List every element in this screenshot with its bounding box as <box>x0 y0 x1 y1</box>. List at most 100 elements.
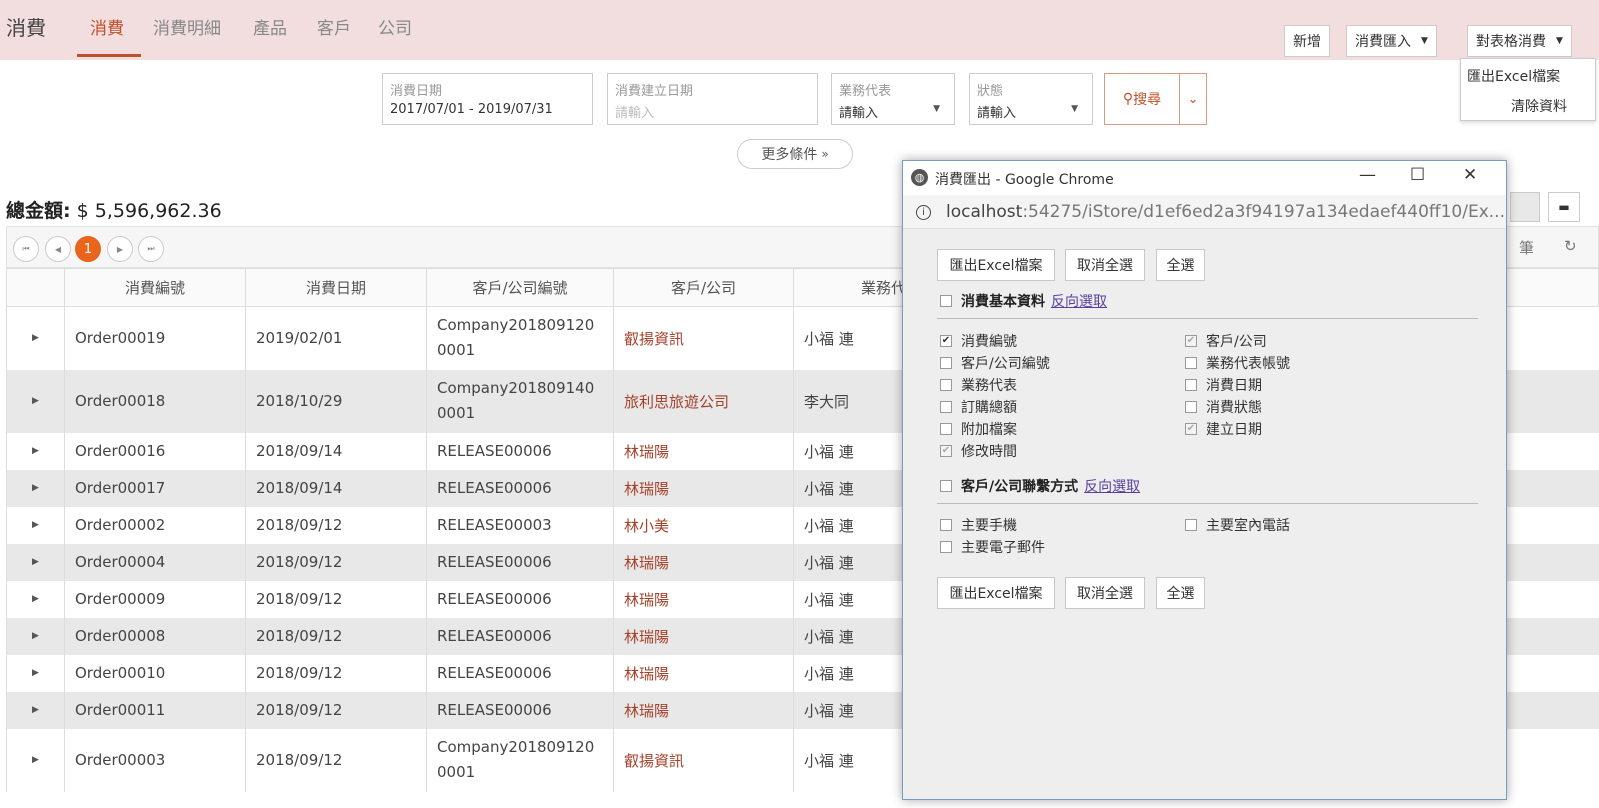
checkbox[interactable] <box>940 357 952 369</box>
export-excel-button[interactable]: 匯出Excel檔案 <box>937 249 1055 281</box>
checkbox[interactable]: ✔ <box>940 335 952 347</box>
expand-row-icon[interactable]: ▶ <box>6 432 65 470</box>
checkbox[interactable] <box>940 541 952 553</box>
checkbox[interactable] <box>940 519 952 531</box>
export-field-option[interactable]: 業務代表 <box>940 375 1017 395</box>
expand-row-icon[interactable]: ▶ <box>6 469 65 507</box>
table-action-button[interactable]: 對表格消費 ▼ <box>1467 25 1572 57</box>
header-order-id[interactable]: 消費編號 <box>64 268 246 307</box>
customer-link[interactable]: 叡揚資訊 <box>613 728 794 792</box>
deselect-all-button[interactable]: 取消全選 <box>1065 249 1145 281</box>
date-range-field[interactable]: 消費日期 2017/07/01 - 2019/07/31 <box>382 73 593 125</box>
tab-product[interactable]: 產品 <box>253 14 287 39</box>
created-date-field[interactable]: 消費建立日期 請輸入 <box>607 73 818 125</box>
export-field-option[interactable]: ✔ 客戶/公司 <box>1185 331 1267 351</box>
refresh-icon[interactable]: ↻ <box>1564 237 1577 255</box>
customer-link[interactable]: 林瑞陽 <box>613 543 794 581</box>
popup-url[interactable]: localhost:54275/iStore/d1ef6ed2a3f94197a… <box>946 202 1505 222</box>
chart-view-icon[interactable] <box>1510 192 1540 222</box>
deselect-all-button-bottom[interactable]: 取消全選 <box>1065 577 1145 609</box>
section-basic-checkbox[interactable] <box>940 295 952 307</box>
checkbox[interactable] <box>1185 357 1197 369</box>
expand-row-icon[interactable]: ▶ <box>6 691 65 729</box>
section-contact-checkbox[interactable] <box>940 480 952 492</box>
checkbox[interactable] <box>1185 519 1197 531</box>
tab-consumption[interactable]: 消費 <box>90 14 124 39</box>
maximize-icon[interactable]: ☐ <box>1410 165 1425 185</box>
customer-link[interactable]: 林瑞陽 <box>613 469 794 507</box>
export-field-option[interactable]: 客戶/公司編號 <box>940 353 1050 373</box>
new-button[interactable]: 新增 <box>1284 25 1330 57</box>
expand-row-icon[interactable]: ▶ <box>6 580 65 618</box>
expand-row-icon[interactable]: ▶ <box>6 543 65 581</box>
export-field-option[interactable]: ✔ 消費編號 <box>940 331 1017 351</box>
status-select[interactable]: 狀態 請輸入 ▼ <box>969 73 1093 125</box>
checkbox[interactable] <box>940 379 952 391</box>
expand-row-icon[interactable]: ▶ <box>6 506 65 544</box>
close-icon[interactable]: ✕ <box>1463 165 1477 185</box>
customer-link[interactable]: 林瑞陽 <box>613 580 794 618</box>
customer-link[interactable]: 叡揚資訊 <box>613 306 794 370</box>
current-page[interactable]: 1 <box>75 236 101 262</box>
customer-link[interactable]: 林瑞陽 <box>613 432 794 470</box>
tab-consumption-detail[interactable]: 消費明細 <box>153 14 221 39</box>
section-basic-invert-link[interactable]: 反向選取 <box>1051 291 1107 311</box>
info-icon[interactable]: i <box>916 205 931 220</box>
export-field-option[interactable]: 附加檔案 <box>940 419 1017 439</box>
select-all-button-bottom[interactable]: 全選 <box>1156 577 1205 609</box>
search-button[interactable]: ⚲ 搜尋 <box>1104 73 1180 125</box>
checkbox[interactable] <box>1185 401 1197 413</box>
minimize-icon[interactable]: — <box>1359 165 1376 185</box>
customer-link[interactable]: 林瑞陽 <box>613 654 794 692</box>
customer-link[interactable]: 林瑞陽 <box>613 617 794 655</box>
order-id: Order00017 <box>64 469 246 507</box>
checkbox[interactable] <box>940 401 952 413</box>
customer-link[interactable]: 林小美 <box>613 506 794 544</box>
window-view-icon[interactable]: ▬ <box>1548 192 1580 222</box>
checkbox[interactable]: ✔ <box>1185 335 1197 347</box>
tab-company[interactable]: 公司 <box>378 14 412 39</box>
checkbox[interactable] <box>940 423 952 435</box>
popup-titlebar[interactable]: ◍ 消費匯出 - Google Chrome — ☐ ✕ <box>903 161 1506 195</box>
export-field-option[interactable]: ✔ 建立日期 <box>1185 419 1262 439</box>
export-field-option[interactable]: 訂購總額 <box>940 397 1017 417</box>
menu-item-export-excel[interactable]: 匯出Excel檔案 <box>1467 66 1560 86</box>
menu-item-clear-data[interactable]: 清除資料 <box>1511 96 1567 116</box>
option-label: 主要室內電話 <box>1206 518 1290 534</box>
customer-link[interactable]: 林瑞陽 <box>613 691 794 729</box>
header-customer[interactable]: 客戶/公司 <box>613 268 794 307</box>
tab-customer[interactable]: 客戶 <box>317 14 351 39</box>
prev-page-icon[interactable]: ◀ <box>45 236 71 262</box>
option-label: 修改時間 <box>961 444 1017 460</box>
export-field-option[interactable]: 業務代表帳號 <box>1185 353 1290 373</box>
customer-link[interactable]: 旅利思旅遊公司 <box>613 369 794 433</box>
search-options-toggle[interactable]: ⌄ <box>1179 73 1207 125</box>
export-field-option[interactable]: 消費狀態 <box>1185 397 1262 417</box>
header-order-date[interactable]: 消費日期 <box>245 268 427 307</box>
more-conditions-button[interactable]: 更多條件 » <box>737 139 853 169</box>
export-excel-button-bottom[interactable]: 匯出Excel檔案 <box>937 577 1055 609</box>
expand-row-icon[interactable]: ▶ <box>6 369 65 433</box>
checkbox[interactable] <box>1185 379 1197 391</box>
expand-row-icon[interactable]: ▶ <box>6 306 65 370</box>
expand-row-icon[interactable]: ▶ <box>6 728 65 792</box>
next-page-icon[interactable]: ▶ <box>107 236 133 262</box>
export-field-option[interactable]: ✔ 修改時間 <box>940 441 1017 461</box>
section-contact-invert-link[interactable]: 反向選取 <box>1084 476 1140 496</box>
expand-row-icon[interactable]: ▶ <box>6 654 65 692</box>
order-date: 2018/09/12 <box>245 728 427 792</box>
order-id: Order00008 <box>64 617 246 655</box>
last-page-icon[interactable]: ⏭ <box>138 236 164 262</box>
checkbox[interactable]: ✔ <box>1185 423 1197 435</box>
sales-rep-select[interactable]: 業務代表 請輸入 ▼ <box>831 73 955 125</box>
checkbox[interactable]: ✔ <box>940 445 952 457</box>
import-button[interactable]: 消費匯入 ▼ <box>1346 25 1437 57</box>
export-field-option[interactable]: 消費日期 <box>1185 375 1262 395</box>
expand-row-icon[interactable]: ▶ <box>6 617 65 655</box>
first-page-icon[interactable]: ⏮ <box>13 236 39 262</box>
export-field-option[interactable]: 主要手機 <box>940 515 1017 535</box>
export-field-option[interactable]: 主要電子郵件 <box>940 537 1045 557</box>
select-all-button[interactable]: 全選 <box>1156 249 1205 281</box>
header-customer-code[interactable]: 客戶/公司編號 <box>426 268 614 307</box>
export-field-option[interactable]: 主要室內電話 <box>1185 515 1290 535</box>
